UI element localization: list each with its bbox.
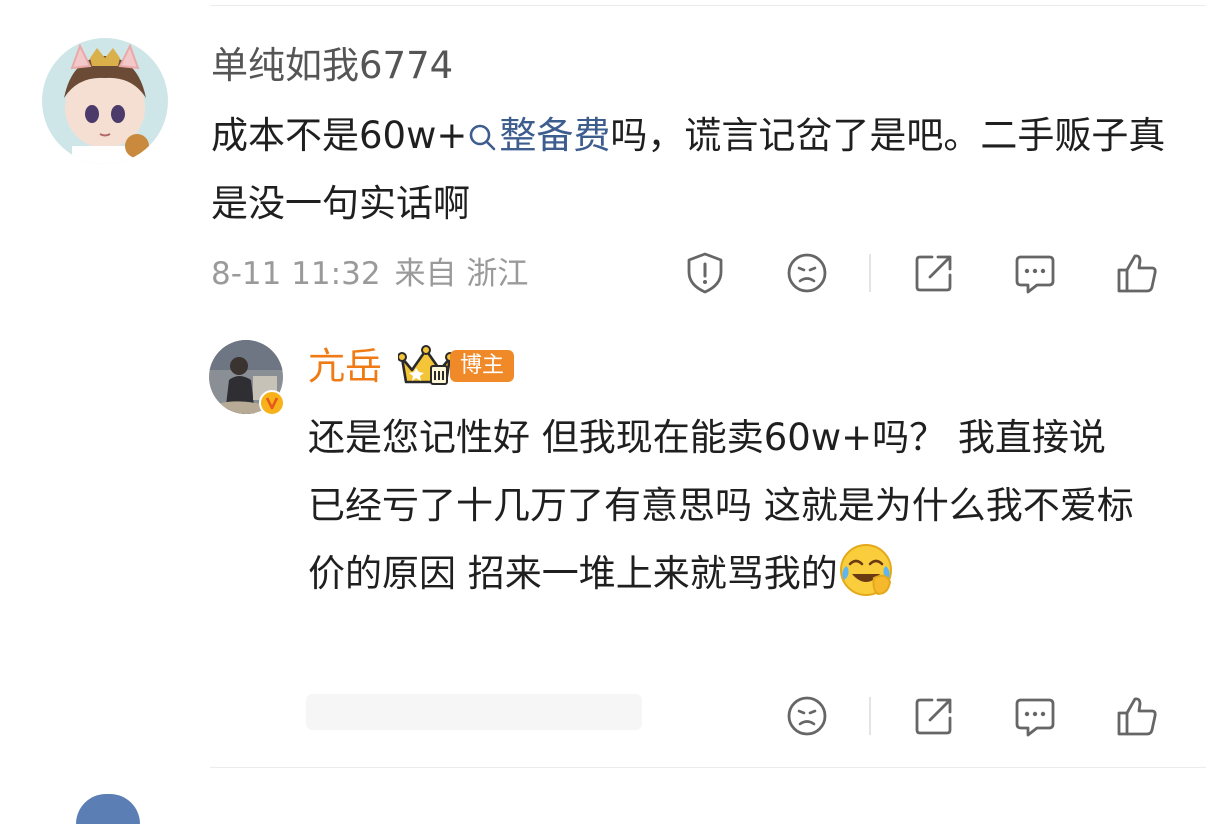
crown-icon [398,345,454,385]
comment-source: 来自 浙江 [394,256,529,292]
commenter-username[interactable]: 单纯如我6774 [211,44,453,88]
reply-like-icon[interactable] [1113,692,1161,740]
next-commenter-avatar[interactable] [76,794,140,824]
reply-comment-icon[interactable] [1011,692,1059,740]
topic-label: 整备费 [499,114,611,157]
report-icon[interactable] [681,249,729,297]
reply-meta-placeholder [306,694,642,730]
like-icon[interactable] [1113,249,1161,297]
reply-action-divider [869,697,871,735]
reply-share-icon[interactable] [910,692,958,740]
reply-dislike-icon[interactable] [783,692,831,740]
top-divider [210,5,1206,6]
blogger-avatar[interactable] [209,340,285,416]
share-icon[interactable] [910,249,958,297]
action-divider [869,254,871,292]
reply-text: 还是您记性好 但我现在能卖60w+吗？ 我直接说已经亏了十几万了有意思吗 这就是… [308,416,1134,595]
comment-text-before: 成本不是60w+ [211,114,468,157]
bottom-divider [210,767,1206,768]
comment-icon[interactable] [1011,249,1059,297]
comment-time: 8-11 11:32 [211,256,381,292]
comment-text: 成本不是60w+ 整备费吗，谎言记岔了是吧。二手贩子真是没一句实话啊 [211,102,1171,238]
reply-text-block: 还是您记性好 但我现在能卖60w+吗？ 我直接说已经亏了十几万了有意思吗 这就是… [308,404,1138,620]
blogger-badge: 博主 [398,344,515,388]
search-icon [470,124,496,151]
dislike-icon[interactable] [783,249,831,297]
verified-badge-icon [259,390,285,416]
blogger-username[interactable]: 亢岳 [308,345,382,389]
topic-link[interactable]: 整备费 [467,114,610,157]
commenter-avatar[interactable] [42,38,168,164]
laugh-cry-emoji [838,542,894,620]
blogger-badge-label: 博主 [450,350,515,382]
comment-meta: 8-11 11:32 来自 浙江 [211,254,542,294]
